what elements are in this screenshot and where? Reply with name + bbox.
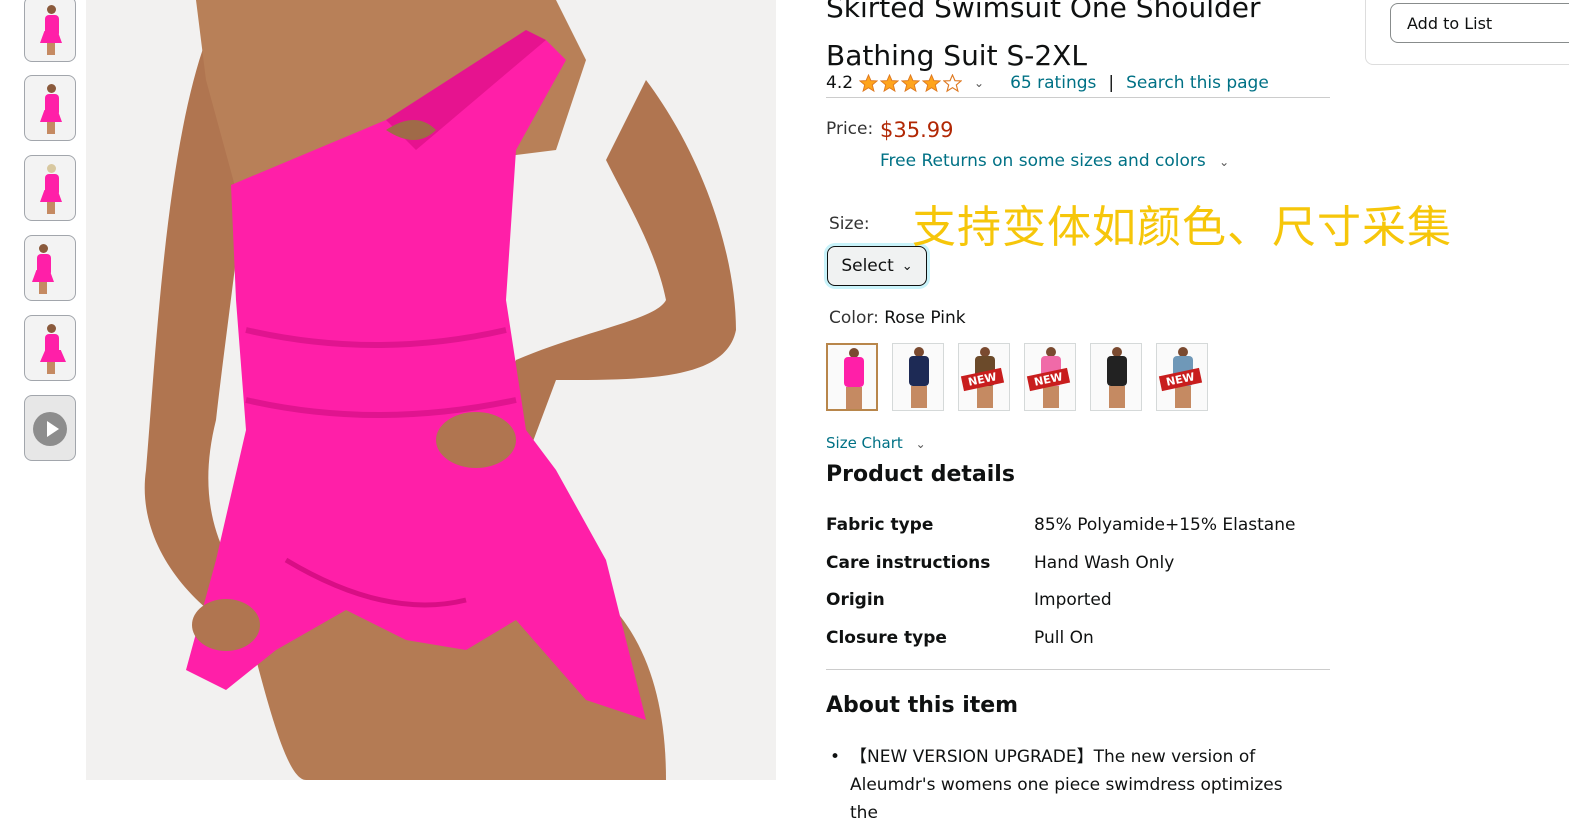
bullet-dot: •	[830, 747, 841, 767]
about-item-heading: About this item	[826, 693, 1019, 718]
thumbnail-figure	[39, 164, 63, 214]
star-rating[interactable]	[859, 73, 964, 93]
swatch-figure-legs	[1109, 386, 1125, 408]
thumbnail-2[interactable]	[24, 75, 76, 141]
size-chart-link[interactable]: Size Chart ⌄	[826, 434, 926, 452]
detail-key: Closure type	[826, 628, 947, 648]
free-returns-link[interactable]: Free Returns on some sizes and colors ⌄	[880, 151, 1229, 171]
detail-value: Imported	[1034, 590, 1112, 610]
detail-key: Fabric type	[826, 515, 934, 535]
product-title: Skirted Swimsuit One Shoulder Bathing Su…	[826, 0, 1346, 80]
video-thumbnail[interactable]	[24, 395, 76, 461]
price-value: $35.99	[880, 118, 954, 142]
color-swatch-denim[interactable]: NEW	[1156, 343, 1208, 411]
swatch-figure-legs	[846, 387, 862, 409]
annotation-overlay: 支持变体如颜色、尺寸采集	[912, 202, 1452, 253]
thumbnail-1[interactable]	[24, 0, 76, 62]
thumbnail-figure	[31, 244, 55, 294]
thumbnail-5[interactable]	[24, 315, 76, 381]
product-details-heading: Product details	[826, 462, 1015, 487]
ratings-link[interactable]: 65 ratings	[1010, 73, 1096, 93]
product-title-line-1: Skirted Swimsuit One Shoulder	[826, 0, 1261, 24]
chevron-down-icon[interactable]: ⌄	[974, 76, 984, 90]
about-bullet-text: 【NEW VERSION UPGRADE】The new version of …	[850, 747, 1283, 823]
star-icon	[859, 73, 879, 92]
color-swatch-pink-pattern[interactable]: NEW	[1024, 343, 1076, 411]
chevron-down-icon: ⌄	[1219, 155, 1230, 169]
chevron-down-icon: ⌄	[915, 437, 926, 451]
thumbnail-figure	[39, 324, 66, 374]
thumbnail-4[interactable]	[24, 235, 76, 301]
swatch-figure-body	[1107, 356, 1127, 386]
separator: |	[1108, 73, 1115, 93]
add-to-list-button[interactable]: Add to List	[1390, 3, 1569, 43]
swatch-figure-legs	[1043, 386, 1059, 408]
add-to-list-label: Add to List	[1407, 13, 1493, 33]
chevron-down-icon: ⌄	[901, 258, 913, 274]
swatch-figure-legs	[911, 386, 927, 408]
swatch-figure-body	[909, 356, 929, 386]
color-label-row: Color: Rose Pink	[829, 308, 966, 328]
divider	[826, 669, 1330, 670]
detail-value: Pull On	[1034, 628, 1094, 648]
color-value: Rose Pink	[884, 308, 966, 328]
detail-key: Origin	[826, 590, 885, 610]
divider	[826, 97, 1330, 98]
search-this-page-link[interactable]: Search this page	[1126, 73, 1269, 93]
color-swatch-leopard[interactable]: NEW	[958, 343, 1010, 411]
thumbnail-figure	[39, 5, 63, 55]
detail-key: Care instructions	[826, 553, 991, 573]
free-returns-text: Free Returns on some sizes and colors	[880, 151, 1206, 171]
price-label: Price:	[826, 119, 874, 139]
size-chart-label: Size Chart	[826, 434, 903, 452]
star-empty-icon	[943, 73, 963, 92]
swatch-figure-legs	[977, 386, 993, 408]
color-swatch-rose-pink[interactable]	[826, 343, 878, 411]
rating-value: 4.2	[826, 73, 854, 93]
swimsuit-model-illustration	[86, 0, 776, 780]
detail-value: 85% Polyamide+15% Elastane	[1034, 515, 1296, 535]
swatch-figure-body	[844, 357, 864, 387]
size-label: Size:	[829, 214, 870, 234]
size-select-label: Select	[841, 256, 894, 276]
rating-row: 4.2 ⌄ 65 ratings | Search this page	[826, 70, 1269, 96]
star-icon	[922, 73, 942, 92]
about-bullet: • 【NEW VERSION UPGRADE】The new version o…	[826, 743, 1296, 827]
main-product-image[interactable]	[86, 0, 776, 780]
color-label: Color:	[829, 308, 879, 328]
color-swatch-navy[interactable]	[892, 343, 944, 411]
thumbnail-figure	[39, 84, 63, 134]
thumbnail-3[interactable]	[24, 155, 76, 221]
swatch-figure-legs	[1175, 386, 1191, 408]
play-triangle-icon	[47, 421, 59, 437]
color-swatch-black-white[interactable]	[1090, 343, 1142, 411]
star-icon	[901, 73, 921, 92]
detail-value: Hand Wash Only	[1034, 553, 1175, 573]
star-icon	[880, 73, 900, 92]
